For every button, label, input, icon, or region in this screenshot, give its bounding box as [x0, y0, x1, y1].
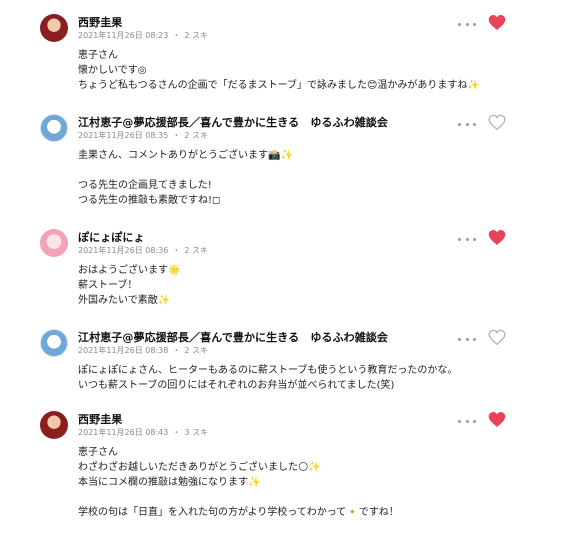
comment-author[interactable]: 西野圭果 [78, 411, 122, 427]
comment-line: 懐かしいです◎ [78, 65, 147, 76]
comment-line [78, 163, 293, 178]
like-count[interactable]: 3 スキ [184, 428, 208, 437]
comment-meta: 2021年11月26日 08:36 ・ 2 スキ [78, 246, 208, 255]
more-options-icon[interactable] [458, 20, 476, 28]
comment-line: ぽにょぽにょさん、ヒーターもあるのに薪ストーブも使うという教育だったのかな。 [78, 365, 458, 376]
comment-line [78, 490, 399, 505]
comment-line: つる先生の企画見てきました! [78, 180, 212, 191]
heart-icon[interactable] [488, 411, 506, 428]
comment-body: 恵子さん 懐かしいです◎ ちょうど私もつるさんの企画で「だるまストーブ」で詠みま… [78, 48, 480, 93]
comment-line: いつも薪ストーブの回りにはそれぞれのお弁当が並べられてました(笑) [78, 380, 395, 391]
like-count[interactable]: 2 スキ [184, 31, 208, 40]
comment-meta: 2021年11月26日 08:35 ・ 2 スキ [78, 131, 208, 140]
avatar[interactable] [40, 229, 68, 257]
like-count[interactable]: 2 スキ [184, 131, 208, 140]
comment-body: 圭果さん、コメントありがとうございます📸✨ つる先生の企画見てきました! つる先… [78, 148, 293, 208]
comment-body: ぽにょぽにょさん、ヒーターもあるのに薪ストーブも使うという教育だったのかな。 い… [78, 363, 457, 393]
more-options-icon[interactable] [458, 120, 476, 128]
comment-line: ちょうど私もつるさんの企画で「だるまストーブ」で詠みました😊温かみがありますね✨ [78, 80, 480, 91]
comment-author[interactable]: 西野圭果 [78, 14, 122, 30]
comment-line: おはようございます🌟 [78, 265, 181, 276]
heart-icon[interactable] [488, 229, 506, 246]
comment-line: 圭果さん、コメントありがとうございます📸✨ [78, 150, 293, 161]
comment-line: 外国みたいで素敵✨ [78, 295, 171, 306]
more-options-icon[interactable] [458, 417, 476, 425]
heart-icon[interactable] [488, 329, 506, 346]
comment-date: 2021年11月26日 08:35 [78, 131, 169, 140]
comment-date: 2021年11月26日 08:23 [78, 31, 169, 40]
like-count[interactable]: 2 スキ [184, 246, 208, 255]
comment-body: おはようございます🌟 薪ストーブ！ 外国みたいで素敵✨ [78, 263, 180, 308]
comment-line: つる先生の推敲も素敵ですね!◻ [78, 195, 221, 206]
comment-date: 2021年11月26日 08:43 [78, 428, 169, 437]
comment-meta: 2021年11月26日 08:23 ・ 2 スキ [78, 31, 208, 40]
comment-line: 恵子さん [78, 447, 118, 458]
avatar[interactable] [40, 114, 68, 142]
comment-author[interactable]: 江村恵子@夢応援部長／喜んで豊かに生きる ゆるふわ雑談会 [78, 329, 388, 345]
heart-icon[interactable] [488, 114, 506, 131]
comment-body: 恵子さん わざわざお越しいただきありがとうございました🌕✨ 本当にコメ欄の推敲は… [78, 445, 399, 520]
comment-list: 西野圭果 2021年11月26日 08:23 ・ 2 スキ 恵子さん 懐かしいです◎… [0, 0, 567, 536]
avatar[interactable] [40, 329, 68, 357]
comment-line: わざわざお越しいただきありがとうございました🌕✨ [78, 462, 321, 473]
comment-line: 恵子さん [78, 50, 118, 61]
comment-meta: 2021年11月26日 08:43 ・ 3 スキ [78, 428, 208, 437]
comment-line: 薪ストーブ！ [78, 280, 138, 291]
comment-author[interactable]: ぽにょぽにょ [78, 229, 145, 245]
heart-icon[interactable] [488, 14, 506, 31]
avatar[interactable] [40, 411, 68, 439]
comment-meta: 2021年11月26日 08:38 ・ 2 スキ [78, 346, 208, 355]
comment-author[interactable]: 江村恵子@夢応援部長／喜んで豊かに生きる ゆるふわ雑談会 [78, 114, 388, 130]
comment-line: 本当にコメ欄の推敲は勉強になります✨ [78, 477, 261, 488]
comment-date: 2021年11月26日 08:36 [78, 246, 169, 255]
comment-date: 2021年11月26日 08:38 [78, 346, 169, 355]
avatar[interactable] [40, 14, 68, 42]
comment-line: 学校の句は「日直」を入れた句の方がより学校ってわかって🔸ですね！ [78, 507, 399, 518]
more-options-icon[interactable] [458, 235, 476, 243]
like-count[interactable]: 2 スキ [184, 346, 208, 355]
more-options-icon[interactable] [458, 335, 476, 343]
